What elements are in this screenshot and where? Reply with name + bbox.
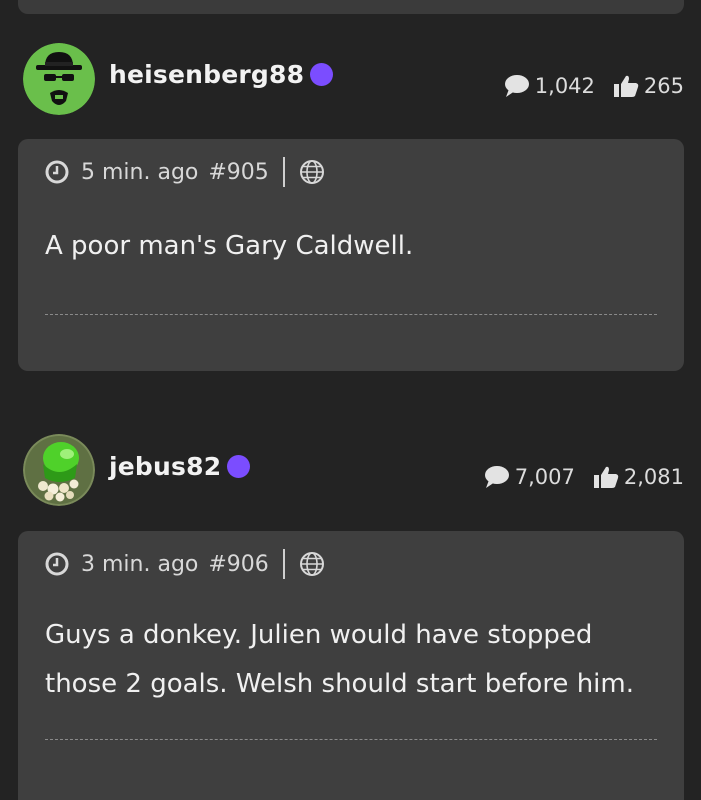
online-status-dot xyxy=(310,63,334,86)
comment-text: Guys a donkey. Julien would have stopped… xyxy=(45,620,634,699)
avatar-heisenberg-image xyxy=(23,43,95,115)
globe-icon[interactable] xyxy=(299,159,325,185)
comment-time[interactable]: 5 min. ago xyxy=(81,160,198,185)
globe-icon[interactable] xyxy=(299,551,325,577)
username[interactable]: jebus82 xyxy=(109,452,221,481)
like-count-value: 2,081 xyxy=(623,465,684,489)
post-number[interactable]: #905 xyxy=(208,160,268,185)
meta-divider xyxy=(282,549,285,579)
thumbs-up-icon xyxy=(593,466,619,488)
avatar-jebus-image xyxy=(23,434,95,506)
online-status-dot xyxy=(227,455,251,478)
username[interactable]: heisenberg88 xyxy=(109,60,304,89)
avatar[interactable] xyxy=(23,43,95,115)
previous-comment-card xyxy=(18,0,684,14)
comment-card: 5 min. ago #905 A poor man's Gary Caldwe… xyxy=(18,139,684,371)
meta-divider xyxy=(282,157,285,187)
comment-separator xyxy=(45,739,657,740)
comment-meta: 5 min. ago #905 xyxy=(45,157,325,187)
clock-icon xyxy=(45,552,69,576)
like-count-value: 265 xyxy=(643,74,684,98)
clock-icon xyxy=(45,160,69,184)
post-number[interactable]: #906 xyxy=(208,552,268,577)
comment-count-value: 1,042 xyxy=(534,74,595,98)
like-count: 265 xyxy=(613,74,684,98)
comment-text: A poor man's Gary Caldwell. xyxy=(45,231,414,261)
comment-count-value: 7,007 xyxy=(514,465,575,489)
thumbs-up-icon xyxy=(613,75,639,97)
speech-bubble-icon xyxy=(484,466,509,488)
comment-thread: heisenberg88 1,042 265 5 min. ago #905 A… xyxy=(0,0,701,800)
avatar[interactable] xyxy=(23,434,95,506)
comment-time[interactable]: 3 min. ago xyxy=(81,552,198,577)
user-line: heisenberg88 xyxy=(109,60,334,89)
comment-meta: 3 min. ago #906 xyxy=(45,549,325,579)
comment-count: 7,007 xyxy=(484,465,575,489)
comment-card: 3 min. ago #906 Guys a donkey. Julien wo… xyxy=(18,531,684,800)
comment-count: 1,042 xyxy=(504,74,595,98)
user-stats: 7,007 2,081 xyxy=(484,465,684,489)
user-line: jebus82 xyxy=(109,452,251,481)
user-stats: 1,042 265 xyxy=(504,74,684,98)
speech-bubble-icon xyxy=(504,75,529,97)
comment-separator xyxy=(45,314,657,315)
like-count: 2,081 xyxy=(593,465,684,489)
